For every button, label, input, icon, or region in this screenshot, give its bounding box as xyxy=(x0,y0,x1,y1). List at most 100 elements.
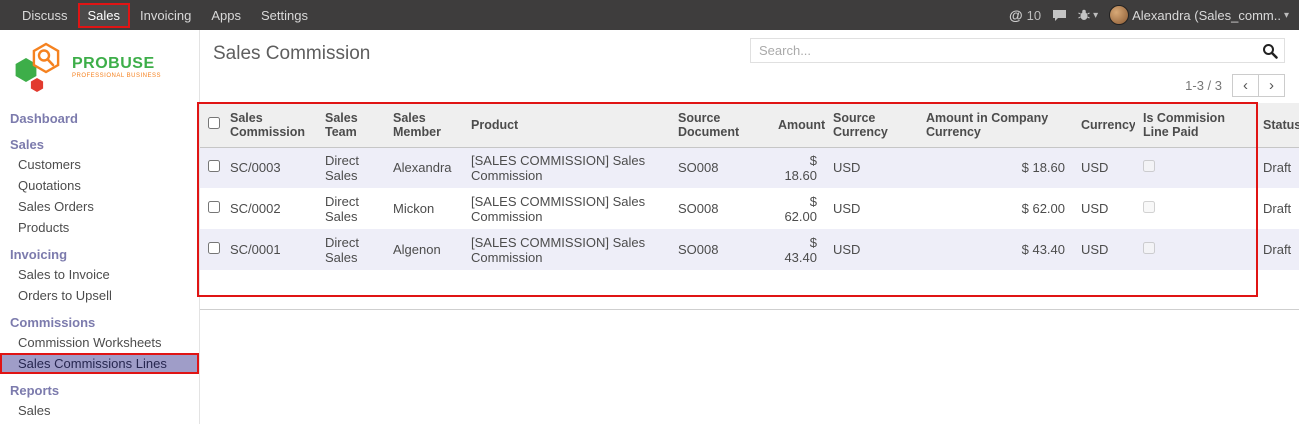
cell-member: Mickon xyxy=(385,188,463,229)
cell-team: Direct Sales xyxy=(317,229,385,270)
menu-sales[interactable]: Sales xyxy=(78,3,131,28)
main-content: Sales Commission 1-3 / 3 ‹ › xyxy=(200,30,1299,424)
cell-status: Draft xyxy=(1255,188,1299,229)
cell-paid xyxy=(1135,229,1255,270)
cell-member: Alexandra xyxy=(385,147,463,188)
sidebar-item-customers[interactable]: Customers xyxy=(0,154,199,175)
row-select-checkbox[interactable] xyxy=(208,201,220,213)
sidebar-item-quotations[interactable]: Quotations xyxy=(0,175,199,196)
mention-icon: @ xyxy=(1009,7,1023,23)
cell-select xyxy=(200,147,222,188)
row-select-checkbox[interactable] xyxy=(208,242,220,254)
cell-name: SC/0003 xyxy=(222,147,317,188)
sidebar: PROBUSE PROFESSIONAL BUSINESS Dashboard S… xyxy=(0,30,200,424)
caret-down-icon: ▾ xyxy=(1284,10,1289,21)
mentions-button[interactable]: @ 10 xyxy=(1009,7,1041,23)
cell-source-document: SO008 xyxy=(670,188,770,229)
table-row[interactable]: SC/0002Direct SalesMickon[SALES COMMISSI… xyxy=(200,188,1299,229)
column-header-amount[interactable]: Amount xyxy=(770,103,825,147)
cell-amount: $ 18.60 xyxy=(770,147,825,188)
cell-product: [SALES COMMISSION] Sales Commission xyxy=(463,188,670,229)
cell-status: Draft xyxy=(1255,147,1299,188)
sidebar-item-products[interactable]: Products xyxy=(0,217,199,238)
table-body: SC/0003Direct SalesAlexandra[SALES COMMI… xyxy=(200,147,1299,309)
search-input[interactable] xyxy=(751,43,1256,58)
sidebar-item-reports[interactable]: Reports xyxy=(0,381,199,400)
cell-currency: USD xyxy=(1073,147,1135,188)
messages-button[interactable] xyxy=(1052,9,1067,22)
bug-icon xyxy=(1078,9,1090,21)
table-row[interactable]: SC/0003Direct SalesAlexandra[SALES COMMI… xyxy=(200,147,1299,188)
logo-title: PROBUSE xyxy=(72,56,161,73)
mention-count: 10 xyxy=(1027,8,1041,23)
cell-team: Direct Sales xyxy=(317,188,385,229)
header-select-all xyxy=(200,103,222,147)
pager-next-button[interactable]: › xyxy=(1258,74,1285,97)
sidebar-item-sales-to-invoice[interactable]: Sales to Invoice xyxy=(0,264,199,285)
menu-discuss[interactable]: Discuss xyxy=(12,2,78,29)
cell-source-currency: USD xyxy=(825,229,918,270)
cell-team: Direct Sales xyxy=(317,147,385,188)
search-box xyxy=(750,38,1285,63)
sidebar-item-commission-worksheets[interactable]: Commission Worksheets xyxy=(0,332,199,353)
menu-invoicing[interactable]: Invoicing xyxy=(130,2,201,29)
column-header-source-currency[interactable]: Source Currency xyxy=(825,103,918,147)
pager: 1-3 / 3 ‹ › xyxy=(1185,74,1285,97)
avatar xyxy=(1109,5,1129,25)
column-header-is-commision-line-paid[interactable]: Is Commision Line Paid xyxy=(1135,103,1255,147)
sidebar-item-invoicing[interactable]: Invoicing xyxy=(0,245,199,264)
pager-prev-button[interactable]: ‹ xyxy=(1232,74,1259,97)
sidebar-item-sales-orders[interactable]: Sales Orders xyxy=(0,196,199,217)
sidebar-item-sales-commissions-lines[interactable]: Sales Commissions Lines xyxy=(0,353,199,374)
cell-paid xyxy=(1135,147,1255,188)
column-header-source-document[interactable]: Source Document xyxy=(670,103,770,147)
pager-range: 1-3 / 3 xyxy=(1185,78,1222,93)
cell-select xyxy=(200,188,222,229)
probuse-logo: PROBUSE PROFESSIONAL BUSINESS xyxy=(0,30,199,102)
user-name: Alexandra (Sales_comm.. xyxy=(1132,8,1281,23)
column-header-currency[interactable]: Currency xyxy=(1073,103,1135,147)
user-menu-button[interactable]: Alexandra (Sales_comm.. ▾ xyxy=(1109,5,1289,25)
column-header-amount-in-company-currency[interactable]: Amount in Company Currency xyxy=(918,103,1073,147)
cell-status: Draft xyxy=(1255,229,1299,270)
paid-checkbox xyxy=(1143,242,1155,254)
sidebar-item-sales[interactable]: Sales xyxy=(0,135,199,154)
menu-apps[interactable]: Apps xyxy=(201,2,251,29)
probuse-logo-icon xyxy=(12,42,66,94)
cell-amount-company: $ 43.40 xyxy=(918,229,1073,270)
menu-settings[interactable]: Settings xyxy=(251,2,318,29)
control-panel: Sales Commission 1-3 / 3 ‹ › xyxy=(200,30,1299,103)
sidebar-item-commissions[interactable]: Commissions xyxy=(0,313,199,332)
cell-product: [SALES COMMISSION] Sales Commission xyxy=(463,147,670,188)
search-button[interactable] xyxy=(1256,39,1284,62)
topbar: DiscussSalesInvoicingAppsSettings @ 10 ▾… xyxy=(0,0,1299,30)
topbar-right: @ 10 ▾ Alexandra (Sales_comm.. ▾ xyxy=(1009,5,1289,25)
sidebar-item-dashboard[interactable]: Dashboard xyxy=(0,109,199,128)
page-title: Sales Commission xyxy=(213,43,370,65)
column-header-sales-commission[interactable]: Sales Commission xyxy=(222,103,317,147)
search-icon xyxy=(1262,43,1278,59)
sidebar-nav: DashboardSalesCustomersQuotationsSales O… xyxy=(0,109,199,421)
speech-bubble-icon xyxy=(1052,9,1067,22)
row-select-checkbox[interactable] xyxy=(208,160,220,172)
cell-select xyxy=(200,229,222,270)
column-header-status[interactable]: Status xyxy=(1255,103,1299,147)
sidebar-item-sales[interactable]: Sales xyxy=(0,400,199,421)
cell-amount-company: $ 18.60 xyxy=(918,147,1073,188)
column-header-product[interactable]: Product xyxy=(463,103,670,147)
cell-amount: $ 62.00 xyxy=(770,188,825,229)
column-header-sales-member[interactable]: Sales Member xyxy=(385,103,463,147)
select-all-checkbox[interactable] xyxy=(208,117,220,129)
logo-text: PROBUSE PROFESSIONAL BUSINESS xyxy=(72,56,161,79)
sidebar-item-orders-to-upsell[interactable]: Orders to Upsell xyxy=(0,285,199,306)
topbar-menus: DiscussSalesInvoicingAppsSettings xyxy=(12,0,318,30)
commission-lines-table: Sales CommissionSales TeamSales MemberPr… xyxy=(200,103,1299,310)
cell-currency: USD xyxy=(1073,229,1135,270)
column-header-sales-team[interactable]: Sales Team xyxy=(317,103,385,147)
table-header-row: Sales CommissionSales TeamSales MemberPr… xyxy=(200,103,1299,147)
cell-amount-company: $ 62.00 xyxy=(918,188,1073,229)
debug-menu-button[interactable]: ▾ xyxy=(1078,9,1098,21)
app-body: PROBUSE PROFESSIONAL BUSINESS DashboardS… xyxy=(0,30,1299,424)
table-row[interactable]: SC/0001Direct SalesAlgenon[SALES COMMISS… xyxy=(200,229,1299,270)
cell-paid xyxy=(1135,188,1255,229)
